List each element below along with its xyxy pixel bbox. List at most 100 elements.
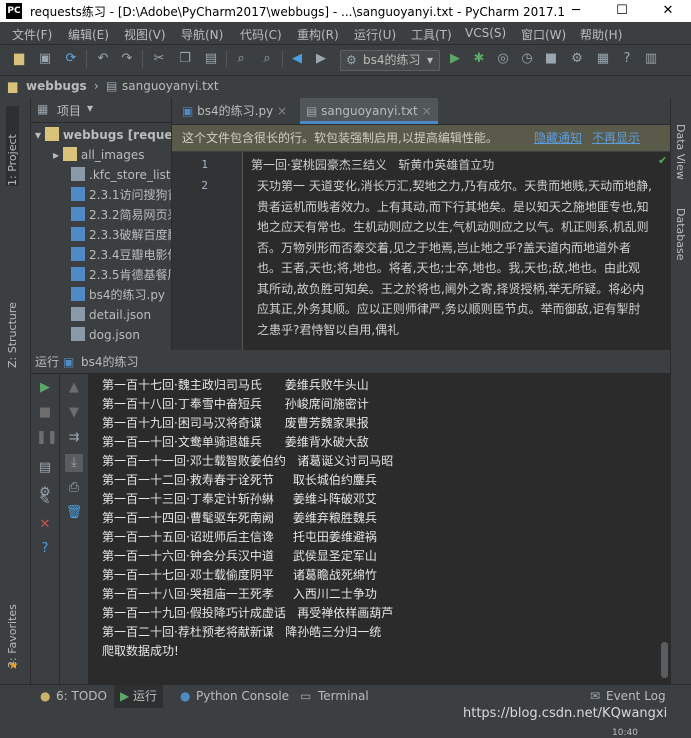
close-button[interactable]: ✕ bbox=[645, 0, 691, 22]
menu-vcs[interactable]: VCS(S) bbox=[465, 26, 506, 40]
editor-scrollbar[interactable]: ✔ bbox=[656, 152, 670, 350]
tree-item-file[interactable]: 2.3.3破解百度翻 bbox=[71, 225, 171, 245]
run-controls-primary: ▶ ■ ❚❚ ▤ ⚙ ✎ ✕ ? bbox=[31, 374, 60, 684]
tree-item-root[interactable]: ▾ webbugs [reques bbox=[35, 125, 171, 145]
console-scrollbar[interactable] bbox=[659, 374, 670, 684]
print-icon[interactable]: ⎙ bbox=[65, 479, 83, 497]
tab-favorites[interactable]: 2: Favorites bbox=[6, 588, 19, 668]
run-configuration-selector[interactable]: ⚙ bs4的练习 ▾ bbox=[340, 50, 440, 71]
open-folder-icon[interactable]: ▆ bbox=[10, 50, 28, 68]
redo-icon[interactable]: ↷ bbox=[118, 50, 136, 68]
pin-icon[interactable]: ✎ bbox=[36, 492, 54, 510]
tree-item-file[interactable]: .kfc_store_list.j bbox=[71, 165, 171, 185]
help-icon[interactable]: ? bbox=[618, 50, 636, 68]
tab-bs4-practice[interactable]: ▣ bs4的练习.py × bbox=[176, 98, 293, 124]
menu-window[interactable]: 窗口(W) bbox=[521, 26, 566, 43]
menu-code[interactable]: 代码(C) bbox=[240, 26, 282, 43]
collapse-arrow-icon[interactable]: ▸ bbox=[53, 148, 63, 162]
maximize-button[interactable]: ☐ bbox=[599, 0, 645, 22]
tab-structure[interactable]: Z: Structure bbox=[6, 288, 19, 368]
run-console-output[interactable]: 第一百十七回·魏主政归司马氏 姜维兵败牛头山 第一百十八回·丁奉雪中奋短兵 孙峻… bbox=[89, 374, 659, 684]
tab-sciview[interactable]: Data View bbox=[674, 124, 687, 180]
navigation-bar: ▆ webbugs › ▤ sanguoyanyi.txt bbox=[0, 76, 691, 99]
paste-icon[interactable]: ▤ bbox=[202, 50, 220, 68]
breadcrumb-project[interactable]: webbugs bbox=[26, 79, 87, 93]
coverage-icon[interactable]: ◎ bbox=[494, 50, 512, 68]
run-icon[interactable]: ▶ bbox=[446, 50, 464, 68]
tab-run[interactable]: ▶ 运行 bbox=[114, 685, 164, 708]
menu-run[interactable]: 运行(U) bbox=[354, 26, 396, 43]
settings-icon[interactable]: ⚙ bbox=[568, 50, 586, 68]
cut-icon[interactable]: ✂ bbox=[150, 50, 168, 68]
restore-layout-icon[interactable]: ▤ bbox=[36, 459, 54, 477]
pause-icon[interactable]: ❚❚ bbox=[36, 429, 58, 447]
expand-arrow-icon[interactable]: ▾ bbox=[35, 128, 45, 142]
tab-sanguoyanyi[interactable]: ▤ sanguoyanyi.txt × bbox=[300, 98, 438, 124]
profile-icon[interactable]: ◷ bbox=[518, 50, 536, 68]
console-line: 第一百一十回·文鸯单骑退雄兵 姜维背水破大敌 bbox=[102, 435, 369, 449]
dont-show-again-link[interactable]: 不再显示 bbox=[592, 125, 640, 151]
console-line: 第一百一十三回·丁奉定计斩孙綝 姜维斗阵破邓艾 bbox=[102, 492, 377, 506]
find-icon[interactable]: ⌕ bbox=[232, 50, 250, 68]
console-line: 第一百一十七回·邓士载偷度阴平 诸葛瞻战死绵竹 bbox=[102, 568, 377, 582]
close-tab-icon[interactable]: × bbox=[422, 104, 432, 118]
menu-view[interactable]: 视图(V) bbox=[124, 26, 166, 43]
python-file-icon bbox=[71, 227, 85, 241]
console-scrollbar-thumb[interactable] bbox=[661, 642, 668, 678]
menu-edit[interactable]: 编辑(E) bbox=[68, 26, 109, 43]
copy-icon[interactable]: ❐ bbox=[176, 50, 194, 68]
tree-item-file[interactable]: dog.json bbox=[71, 325, 171, 345]
python-config-icon: ▣ bbox=[63, 355, 75, 369]
menu-tools[interactable]: 工具(T) bbox=[411, 26, 452, 43]
tab-database[interactable]: Database bbox=[674, 208, 687, 261]
rerun-icon[interactable]: ▶ bbox=[36, 379, 54, 397]
stop-icon[interactable]: ■ bbox=[36, 404, 54, 422]
editor-text-area[interactable]: 第一回·宴桃园豪杰三结义 斩黄巾英雄首立功 天功第一 天道变化,消长万汇,契地之… bbox=[243, 152, 656, 350]
trash-icon[interactable]: 🗑 bbox=[65, 504, 83, 522]
tab-todo[interactable]: 6: TODO bbox=[56, 685, 107, 708]
tab-project[interactable]: 1: Project bbox=[6, 106, 19, 186]
help-icon[interactable]: ? bbox=[36, 540, 54, 558]
project-panel-title[interactable]: 项目 bbox=[57, 102, 81, 119]
line-number: 1 bbox=[201, 158, 208, 171]
notification-banner: 这个文件包含很长的行。软包装强制启用,以提高编辑性能。 隐藏通知 不再显示 bbox=[172, 125, 670, 151]
minimize-button[interactable]: ─ bbox=[553, 0, 599, 22]
run-panel-config[interactable]: bs4的练习 bbox=[81, 351, 139, 373]
back-icon[interactable]: ◀ bbox=[288, 50, 306, 68]
tree-item-file[interactable]: 2.3.2简易网页采 bbox=[71, 205, 171, 225]
tree-item-file[interactable]: 2.3.1访问搜狗首 bbox=[71, 185, 171, 205]
tree-item-file[interactable]: detail.json bbox=[71, 305, 171, 325]
tree-item-file[interactable]: 2.3.4豆瓣电影信 bbox=[71, 245, 171, 265]
soft-wrap-icon[interactable]: ⇉ bbox=[65, 429, 83, 447]
chevron-down-icon[interactable]: ▾ bbox=[87, 101, 93, 115]
scroll-up-icon[interactable]: ▲ bbox=[65, 379, 83, 397]
menu-navigate[interactable]: 导航(N) bbox=[181, 26, 223, 43]
breadcrumb-file[interactable]: sanguoyanyi.txt bbox=[122, 79, 219, 93]
save-all-icon[interactable]: ▣ bbox=[36, 50, 54, 68]
undo-icon[interactable]: ↶ bbox=[94, 50, 112, 68]
replace-icon[interactable]: ⌕ bbox=[258, 50, 276, 68]
run-panel-header: 运行 ▣ bs4的练习 bbox=[31, 351, 670, 374]
file-icon bbox=[71, 167, 85, 181]
tab-event-log[interactable]: Event Log bbox=[606, 685, 666, 708]
tab-python-console[interactable]: Python Console bbox=[196, 685, 289, 708]
tree-item-file[interactable]: 2.3.5肯德基餐厅 bbox=[71, 265, 171, 285]
forward-icon[interactable]: ▶ bbox=[312, 50, 330, 68]
menu-file[interactable]: 文件(F) bbox=[12, 26, 52, 43]
hide-notification-link[interactable]: 隐藏通知 bbox=[534, 125, 582, 151]
tree-item-file[interactable]: bs4的练习.py bbox=[71, 285, 171, 305]
scroll-to-end-icon[interactable]: ⤓ bbox=[65, 454, 83, 472]
debug-icon[interactable]: ✱ bbox=[470, 50, 488, 68]
tab-terminal[interactable]: Terminal bbox=[318, 685, 369, 708]
database-icon[interactable]: ▥ bbox=[642, 50, 660, 68]
menu-refactor[interactable]: 重构(R) bbox=[297, 26, 339, 43]
stop-icon[interactable]: ■ bbox=[542, 50, 560, 68]
check-icon: ✔ bbox=[658, 154, 668, 167]
scroll-down-icon[interactable]: ▼ bbox=[65, 404, 83, 422]
sync-icon[interactable]: ⟳ bbox=[62, 50, 80, 68]
menu-help[interactable]: 帮助(H) bbox=[580, 26, 622, 43]
close-run-icon[interactable]: ✕ bbox=[36, 516, 54, 534]
structure-icon[interactable]: ▦ bbox=[594, 50, 612, 68]
tree-item-folder[interactable]: ▸ all_images bbox=[53, 145, 171, 165]
close-tab-icon[interactable]: × bbox=[277, 104, 287, 118]
